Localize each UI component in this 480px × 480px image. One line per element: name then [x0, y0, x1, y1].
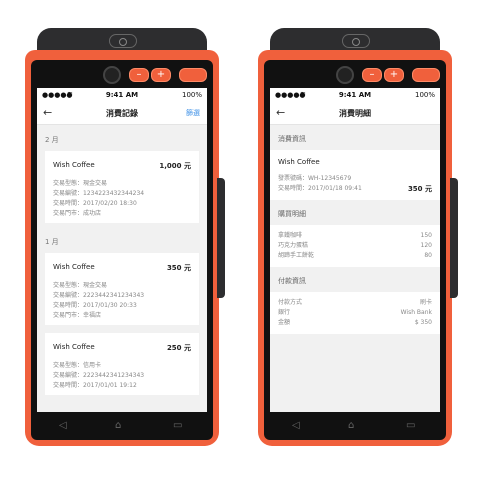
- transaction-card[interactable]: Wish Coffee 1,000 元 交易型態：現金交易 交易編號：12342…: [45, 151, 199, 223]
- nav-home-icon[interactable]: ⌂: [115, 420, 121, 431]
- nav-home-icon[interactable]: ⌂: [348, 420, 354, 431]
- transaction-card[interactable]: Wish Coffee 250 元 交易型態：信用卡 交易編號：22234423…: [45, 333, 199, 395]
- camera-icon: [103, 66, 121, 84]
- nav-back-icon[interactable]: ◁: [292, 420, 300, 431]
- month-header: 2 月: [45, 136, 59, 144]
- screen-bezel: – + ●●●●● ≋ 9:41 AM 100% ← 消費明細 消費資訊 Wis…: [264, 60, 446, 440]
- payment-row: 銀行 Wish Bank: [278, 308, 432, 318]
- transaction-card[interactable]: Wish Coffee 350 元 交易型態：現金交易 交易編號：2223442…: [45, 253, 199, 325]
- nav-recent-icon[interactable]: ▭: [173, 420, 182, 431]
- battery-indicator: 100%: [181, 91, 202, 99]
- nav-softkeys: ◁ ⌂ ▭: [37, 416, 207, 440]
- camera-icon: [336, 66, 354, 84]
- payment-info-block: 付款方式 刷卡 銀行 Wish Bank 金額 $ 350: [270, 292, 440, 334]
- volume-minus-button[interactable]: –: [129, 68, 149, 82]
- trans-id: 交易編號：1234223432344234: [53, 190, 145, 197]
- screen-transaction-detail: ●●●●● ≋ 9:41 AM 100% ← 消費明細 消費資訊 Wish Co…: [270, 88, 440, 412]
- trans-store: 交易門市：成功店: [53, 210, 102, 217]
- device-body: – + ●●●●● ≋ 9:41 AM 100% ← 消費明細 消費資訊 Wis…: [258, 50, 458, 446]
- payment-key: 金額: [278, 319, 291, 326]
- amount: 250 元: [166, 344, 191, 352]
- invoice-number: 發票號碼：WH-12345679: [278, 175, 352, 182]
- merchant-name: Wish Coffee: [53, 343, 95, 351]
- nav-back-icon[interactable]: ◁: [59, 420, 67, 431]
- trans-type: 交易型態：現金交易: [53, 282, 108, 289]
- section-title-purchase: 購買明細: [278, 210, 306, 218]
- nav-recent-icon[interactable]: ▭: [406, 420, 415, 431]
- trans-id: 交易編號：2223442341234343: [53, 372, 145, 379]
- amount: 1,000 元: [159, 162, 191, 170]
- consume-info-block: Wish Coffee 發票號碼：WH-12345679 交易時間：2017/0…: [270, 150, 440, 200]
- payment-key: 銀行: [278, 309, 291, 316]
- purchase-item: 巧克力蛋糕 120: [278, 241, 432, 251]
- status-bar: ●●●●● ≋ 9:41 AM 100%: [270, 88, 440, 102]
- device-body: – + ●●●●● ≋ 9:41 AM 100% ← 消費記錄 篩選 2 月 W…: [25, 50, 225, 446]
- item-price: 80: [424, 252, 432, 259]
- status-bar: ●●●●● ≋ 9:41 AM 100%: [37, 88, 207, 102]
- volume-plus-button[interactable]: +: [151, 68, 171, 82]
- section-title-payment: 付款資訊: [278, 277, 306, 285]
- power-button[interactable]: [412, 68, 440, 82]
- total-amount: 350 元: [407, 185, 432, 193]
- trans-time: 交易時間：2017/01/18 09:41: [278, 185, 362, 192]
- nav-bar: ← 消費記錄 篩選: [37, 102, 207, 125]
- trans-time: 交易時間：2017/01/01 19:12: [53, 382, 137, 389]
- trans-type: 交易型態：信用卡: [53, 362, 102, 369]
- nav-bar: ← 消費明細: [270, 102, 440, 125]
- item-price: 150: [420, 232, 432, 239]
- screen-transaction-list: ●●●●● ≋ 9:41 AM 100% ← 消費記錄 篩選 2 月 Wish …: [37, 88, 207, 412]
- payment-row: 金額 $ 350: [278, 318, 432, 328]
- volume-plus-button[interactable]: +: [384, 68, 404, 82]
- item-name: 拿鐵咖啡: [278, 232, 303, 239]
- pos-device-right: • • • • – + ●●●●● ≋ 9:41 AM 100% ← 消費明細 …: [258, 28, 458, 446]
- payment-key: 付款方式: [278, 299, 303, 306]
- trans-id: 交易編號：2223442341234343: [53, 292, 145, 299]
- filter-button[interactable]: 篩選: [186, 108, 200, 118]
- side-button[interactable]: [217, 178, 225, 298]
- battery-indicator: 100%: [414, 91, 435, 99]
- item-price: 120: [420, 242, 432, 249]
- payment-value: 刷卡: [419, 299, 432, 306]
- trans-time: 交易時間：2017/01/30 20:33: [53, 302, 137, 309]
- power-button[interactable]: [179, 68, 207, 82]
- screen-bezel: – + ●●●●● ≋ 9:41 AM 100% ← 消費記錄 篩選 2 月 W…: [31, 60, 213, 440]
- page-title: 消費記錄: [106, 109, 138, 118]
- item-name: 巧克力蛋糕: [278, 242, 309, 249]
- purchase-item: 胡蹄手工餅乾 80: [278, 251, 432, 261]
- pos-device-left: • • • • – + ●●●●● ≋ 9:41 AM 100% ← 消費記錄 …: [25, 28, 225, 446]
- amount: 350 元: [166, 264, 191, 272]
- trans-store: 交易門市：幸福店: [53, 312, 102, 319]
- payment-value: Wish Bank: [400, 309, 432, 316]
- purchase-item: 拿鐵咖啡 150: [278, 231, 432, 241]
- merchant-name: Wish Coffee: [278, 158, 320, 166]
- section-title-consume: 消費資訊: [278, 135, 306, 143]
- trans-time: 交易時間：2017/02/20 18:30: [53, 200, 137, 207]
- merchant-name: Wish Coffee: [53, 263, 95, 271]
- merchant-name: Wish Coffee: [53, 161, 95, 169]
- volume-minus-button[interactable]: –: [362, 68, 382, 82]
- month-header: 1 月: [45, 238, 59, 246]
- payment-row: 付款方式 刷卡: [278, 298, 432, 308]
- side-button[interactable]: [450, 178, 458, 298]
- nfc-icon: [109, 34, 137, 48]
- page-title: 消費明細: [339, 109, 371, 118]
- item-name: 胡蹄手工餅乾: [278, 252, 315, 259]
- trans-type: 交易型態：現金交易: [53, 180, 108, 187]
- payment-value: $ 350: [414, 319, 432, 326]
- purchase-items-block: 拿鐵咖啡 150 巧克力蛋糕 120 胡蹄手工餅乾 80: [270, 225, 440, 267]
- nav-softkeys: ◁ ⌂ ▭: [270, 416, 440, 440]
- nfc-icon: [342, 34, 370, 48]
